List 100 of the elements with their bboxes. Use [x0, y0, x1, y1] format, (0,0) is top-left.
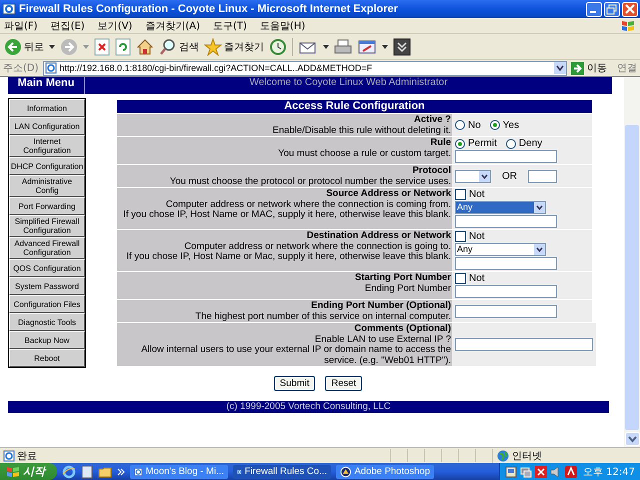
- text-field[interactable]: [455, 338, 593, 351]
- text-field[interactable]: [455, 215, 557, 228]
- field-description: Computer address or network where the connection is coming from.: [164, 200, 451, 210]
- windows-logo-icon: [620, 18, 636, 32]
- links-label[interactable]: 연결: [617, 61, 637, 75]
- window-title: Firewall Rules Configuration - Coyote Linux - Microsoft Internet Explorer: [19, 3, 399, 15]
- taskbar-button[interactable]: Firewall Rules Co...: [233, 464, 331, 478]
- sidebar-link[interactable]: Internet Configuration: [9, 135, 85, 157]
- history-icon[interactable]: [269, 38, 287, 56]
- printer-icon[interactable]: [334, 38, 352, 56]
- sidebar-link[interactable]: Advanced Firewall Configuration: [9, 237, 85, 259]
- sidebar-link[interactable]: DHCP Configuration: [9, 157, 85, 175]
- sidebar-link[interactable]: Reboot: [9, 349, 85, 367]
- more-chevron-icon[interactable]: [117, 468, 125, 476]
- sidebar-link[interactable]: Simplified Firewall Configuration: [9, 215, 85, 237]
- globe-icon: [497, 450, 509, 462]
- page-icon: [44, 62, 57, 74]
- magnifier-icon: [159, 38, 177, 56]
- menu-item[interactable]: 즐겨찾기(A): [145, 18, 200, 32]
- sidebar-link[interactable]: System Password: [9, 277, 85, 295]
- dropdown-arrow-icon[interactable]: [49, 44, 55, 48]
- sidebar-link[interactable]: Information: [9, 99, 85, 117]
- messenger-icon[interactable]: [393, 38, 411, 56]
- text-field[interactable]: [455, 304, 557, 318]
- zone-text: 인터넷: [512, 450, 542, 462]
- start-button[interactable]: 시작: [0, 463, 57, 480]
- go-button[interactable]: 이동: [571, 61, 607, 75]
- monitor-icon: [520, 466, 532, 478]
- status-text: 완료: [17, 450, 37, 462]
- radio-label: Yes: [502, 120, 520, 130]
- radio-button[interactable]: [455, 120, 465, 130]
- home-icon[interactable]: [136, 38, 154, 56]
- app-icon: [340, 466, 352, 478]
- radio-button[interactable]: [506, 138, 516, 148]
- field-title: Active ?: [413, 115, 451, 126]
- taskbar-button[interactable]: Adobe Photoshop: [336, 464, 434, 478]
- dropdown-arrow-icon[interactable]: [323, 44, 329, 48]
- browser-icon: [2, 2, 16, 16]
- sidebar-link[interactable]: Administrative Config: [9, 175, 85, 197]
- stop-icon[interactable]: [94, 38, 110, 56]
- field-description: Enable LAN to use External IP ?: [314, 334, 451, 345]
- back-button[interactable]: 뒤로: [4, 38, 44, 56]
- edit-page-icon[interactable]: [357, 38, 377, 56]
- sidebar-link[interactable]: Backup Now: [9, 331, 85, 349]
- menu-item[interactable]: 도움말(H): [260, 18, 306, 32]
- favorites-button[interactable]: 즐겨찾기: [204, 38, 264, 56]
- clock-text: 오후 12:47: [583, 466, 635, 478]
- checkbox[interactable]: [455, 273, 466, 284]
- app-icon: [535, 466, 547, 478]
- folder-icon[interactable]: [98, 466, 112, 478]
- sidebar-link[interactable]: LAN Configuration: [9, 117, 85, 135]
- sidebar-link[interactable]: Port Forwarding: [9, 197, 85, 215]
- menu-heading: Main Menu: [8, 77, 85, 94]
- windows-logo-icon: [6, 466, 20, 478]
- footer-bar: (c) 1999-2005 Vortech Consulting, LLC: [8, 401, 609, 413]
- menu-item[interactable]: 도구(T): [213, 18, 247, 32]
- field-description: Allow internal users to use your external IP or domain name to access the service. (e.g. "Web01 HTTP").: [140, 345, 451, 366]
- menu-item[interactable]: 파일(F): [4, 18, 38, 32]
- field-description: Enable/Disable this rule without deleting it.: [272, 126, 451, 136]
- radio-button[interactable]: [455, 138, 465, 148]
- text-field[interactable]: [528, 170, 557, 182]
- dropdown[interactable]: Any: [455, 243, 546, 256]
- field-description: You must choose a rule or custom target.: [277, 148, 451, 159]
- menu-item[interactable]: 편집(E): [50, 18, 85, 32]
- document-icon[interactable]: [81, 464, 93, 478]
- dropdown[interactable]: [455, 170, 491, 182]
- checkbox[interactable]: [455, 231, 466, 242]
- scrollbar[interactable]: [624, 77, 640, 447]
- taskbar-button[interactable]: Moon's Blog - Mi...: [130, 464, 228, 478]
- form-title: Access Rule Configuration: [117, 100, 592, 113]
- field-description: The highest port number of this service on internal computer.: [194, 312, 451, 322]
- text-field[interactable]: [455, 285, 557, 298]
- sidebar-link[interactable]: Configuration Files: [9, 295, 85, 313]
- text-field[interactable]: [455, 150, 557, 163]
- minimize-icon[interactable]: [586, 2, 602, 16]
- text-field[interactable]: [455, 257, 557, 270]
- field-title: Ending Port Number (Optional): [310, 301, 451, 312]
- menu-item[interactable]: 보기(V): [98, 18, 132, 32]
- dropdown-arrow-icon[interactable]: [382, 44, 388, 48]
- address-field[interactable]: http://192.168.0.1:8180/cgi-bin/firewall.cgi?ACTION=CALL..ADD&METHOD=F: [42, 60, 567, 76]
- sidebar-link[interactable]: QOS Configuration: [9, 259, 85, 277]
- radio-label: Deny: [518, 138, 542, 149]
- star-icon: [204, 38, 222, 56]
- close-icon[interactable]: [622, 2, 638, 16]
- form-button[interactable]: Reset: [325, 376, 362, 391]
- scroll-down-icon[interactable]: [624, 432, 640, 446]
- dropdown[interactable]: Any: [455, 201, 546, 214]
- network-icon: [505, 466, 517, 478]
- app-icon: [565, 466, 577, 478]
- go-arrow-icon: [571, 62, 584, 74]
- checkbox[interactable]: [455, 189, 466, 200]
- search-button[interactable]: 검색: [159, 38, 199, 56]
- sidebar-link[interactable]: Diagnostic Tools: [9, 313, 85, 331]
- refresh-icon[interactable]: [115, 38, 131, 56]
- form-button[interactable]: Submit: [274, 376, 316, 391]
- radio-button[interactable]: [490, 120, 500, 130]
- browser-icon[interactable]: [62, 464, 76, 478]
- maximize-icon[interactable]: [604, 2, 620, 16]
- field-title: Starting Port Number: [354, 273, 451, 284]
- checkbox-label: Not: [469, 273, 485, 284]
